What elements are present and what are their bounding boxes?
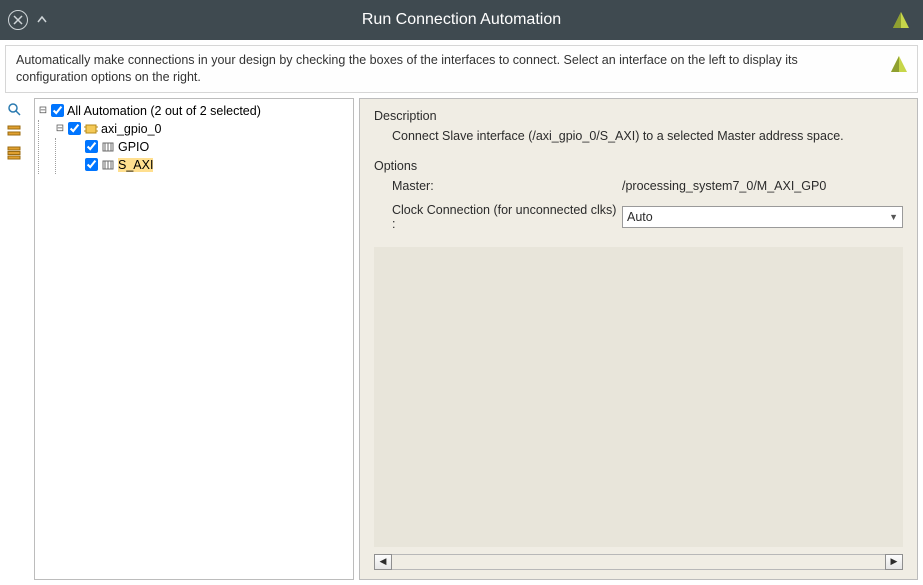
vivado-logo-icon: [887, 52, 911, 76]
ip-block-icon: [84, 123, 98, 135]
tree-node-axi-gpio-0[interactable]: ⊟ axi_gpio_0: [55, 120, 350, 138]
description-text: Connect Slave interface (/axi_gpio_0/S_A…: [392, 129, 903, 143]
option-row-clock: Clock Connection (for unconnected clks) …: [392, 203, 903, 231]
tree-leaf-checkbox[interactable]: [85, 140, 98, 153]
info-text: Automatically make connections in your d…: [16, 52, 907, 86]
info-banner: Automatically make connections in your d…: [5, 45, 918, 93]
description-heading: Description: [374, 109, 903, 123]
tree-toolbar: [5, 98, 29, 580]
horizontal-scrollbar[interactable]: ◀ ▶: [374, 553, 903, 571]
collapse-all-icon[interactable]: [5, 122, 23, 140]
clock-label: Clock Connection (for unconnected clks) …: [392, 203, 622, 231]
tree-leaf-checkbox[interactable]: [85, 158, 98, 171]
chevron-down-icon: ▼: [889, 212, 898, 222]
option-row-master: Master: /processing_system7_0/M_AXI_GP0: [392, 179, 903, 193]
tree-root-checkbox[interactable]: [51, 104, 64, 117]
master-value: /processing_system7_0/M_AXI_GP0: [622, 179, 903, 193]
dialog-title: Run Connection Automation: [0, 11, 923, 29]
tree-leaf-gpio[interactable]: GPIO: [72, 138, 350, 156]
clock-connection-combo[interactable]: Auto ▼: [622, 206, 903, 228]
tree-leaf-label: S_AXI: [118, 158, 153, 172]
titlebar: Run Connection Automation: [0, 0, 923, 40]
tree-leaf-label: GPIO: [118, 140, 149, 154]
automation-tree[interactable]: ⊟ All Automation (2 out of 2 selected) ⊟…: [34, 98, 354, 580]
tree-node-checkbox[interactable]: [68, 122, 81, 135]
vivado-logo-icon: [889, 8, 913, 32]
tree-node-label: axi_gpio_0: [101, 122, 161, 136]
tree-root[interactable]: ⊟ All Automation (2 out of 2 selected): [38, 102, 350, 120]
options-empty-area: [374, 247, 903, 547]
master-label: Master:: [392, 179, 622, 193]
tree-leaf-s-axi[interactable]: S_AXI: [72, 156, 350, 174]
expand-all-icon[interactable]: [5, 144, 23, 162]
tree-toggle-icon[interactable]: ⊟: [38, 105, 48, 116]
tree-root-label: All Automation (2 out of 2 selected): [67, 104, 261, 118]
options-panel: Description Connect Slave interface (/ax…: [359, 98, 918, 580]
interface-icon: [101, 142, 115, 152]
scroll-right-button[interactable]: ▶: [885, 554, 903, 570]
search-icon[interactable]: [5, 100, 23, 118]
tree-toggle-icon[interactable]: ⊟: [55, 123, 65, 134]
interface-icon: [101, 160, 115, 170]
expand-window-button[interactable]: [32, 10, 52, 30]
scroll-track[interactable]: [392, 554, 885, 570]
close-window-button[interactable]: [8, 10, 28, 30]
options-heading: Options: [374, 159, 903, 173]
scroll-left-button[interactable]: ◀: [374, 554, 392, 570]
clock-connection-value: Auto: [627, 210, 653, 224]
